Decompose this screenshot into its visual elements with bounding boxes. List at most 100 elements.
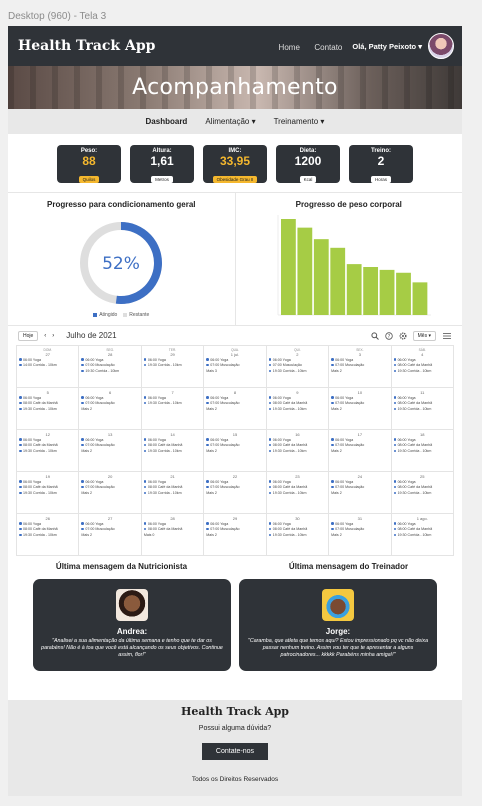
calendar-event[interactable]: 19:30 Corrida - 10km	[143, 449, 201, 455]
calendar-day-cell[interactable]: 10 06:00 Yoga 07:00 Musculação Mais 2	[329, 388, 392, 430]
tab-treinamento[interactable]: Treinamento ▾	[274, 117, 325, 126]
event-dot-icon	[206, 363, 209, 367]
event-dot-icon	[331, 358, 334, 361]
calendar-day-cell[interactable]: 20 06:00 Yoga 07:00 Musculação Mais 2	[79, 472, 142, 514]
calendar-day-cell[interactable]: QUI. 2 06:00 Yoga 07:00 Musculação 19:30 Cor…	[266, 346, 330, 388]
calendar-event[interactable]: 19:30 Corrida - 10km	[81, 369, 138, 375]
calendar-day-cell[interactable]: DOM. 27 06:00 Yoga 14:00 Corrida - 10km	[17, 346, 80, 388]
calendar-event[interactable]: 19:30 Corrida - 10km	[393, 407, 451, 413]
calendar-event[interactable]: 14:00 Corrida - 10km	[19, 363, 76, 369]
grid-view-icon[interactable]	[442, 332, 452, 340]
calendar-event[interactable]: 19:30 Corrida - 10km	[143, 363, 201, 369]
calendar-event[interactable]: 19:30 Corrida - 10km	[393, 491, 451, 497]
calendar-event[interactable]: 19:30 Corrida - 10km	[143, 491, 201, 497]
more-events-link[interactable]: Mais 2	[81, 407, 138, 413]
calendar-day-cell[interactable]: 19 06:00 Yoga 08:00 Café da Manhã 19:30 Cor…	[17, 472, 80, 514]
calendar-event[interactable]: 19:30 Corrida - 10km	[268, 369, 326, 375]
event-label: 19:30 Corrida - 10km	[397, 532, 432, 537]
calendar-event[interactable]: 19:30 Corrida - 10km	[393, 449, 451, 455]
calendar-day-cell[interactable]: SÁB. 4 06:00 Yoga 08:00 Café da Manhã 19:30 …	[391, 346, 454, 388]
nav-link-home[interactable]: Home	[279, 43, 300, 52]
stat-card-imc: IMC: 33,95 Obesidade Grau II	[203, 145, 267, 183]
help-icon[interactable]: ?	[384, 331, 393, 340]
calendar-event[interactable]: 19:30 Corrida - 10km	[268, 491, 326, 497]
next-month-button[interactable]: ›	[52, 333, 54, 339]
calendar-day-cell[interactable]: 9 06:00 Yoga 08:00 Café da Manhã 19:30 Corr…	[266, 388, 330, 430]
event-dot-icon	[81, 401, 84, 405]
more-events-link[interactable]: Mais 2	[81, 533, 138, 539]
more-events-link[interactable]: Mais 2	[331, 533, 388, 539]
calendar-day-cell[interactable]: 24 06:00 Yoga 07:00 Musculação Mais 2	[329, 472, 392, 514]
calendar-day-cell[interactable]: 26 06:00 Yoga 08:00 Café da Manhã 19:30 Cor…	[17, 514, 80, 556]
event-label: 08:00 Café da Manhã	[272, 401, 308, 406]
contact-button[interactable]: Contate-nos	[201, 743, 269, 760]
calendar-day-cell[interactable]: 6 06:00 Yoga 07:00 Musculação Mais 2	[79, 388, 142, 430]
footer-question: Possui alguma dúvida?	[198, 725, 272, 732]
more-events-link[interactable]: Mais 2	[206, 533, 263, 539]
calendar-event[interactable]: 19:30 Corrida - 10km	[268, 533, 326, 539]
more-events-link[interactable]: Mais 2	[81, 491, 138, 497]
nav-link-contato[interactable]: Contato	[314, 43, 342, 52]
calendar-day-cell[interactable]: 8 06:00 Yoga 07:00 Musculação Mais 2	[204, 388, 267, 430]
calendar-event[interactable]: 19:30 Corrida - 10km	[19, 533, 76, 539]
calendar-day-cell[interactable]: 15 06:00 Yoga 07:00 Musculação Mais 2	[204, 430, 267, 472]
calendar-day-cell[interactable]: 7 06:00 Yoga 19:30 Corrida - 10km	[141, 388, 205, 430]
calendar-day-cell[interactable]: TER. 29 06:00 Yoga 19:30 Corrida - 10km	[141, 346, 205, 388]
calendar-day-cell[interactable]: 5 06:00 Yoga 08:00 Café da Manhã 19:30 Corr…	[17, 388, 80, 430]
brand-logo[interactable]: Health Track App	[18, 38, 279, 54]
calendar-event[interactable]: 19:30 Corrida - 10km	[268, 449, 326, 455]
calendar-day-cell[interactable]: 28 06:00 Yoga 08:00 Café da Manhã Mais 0	[141, 514, 205, 556]
calendar-event[interactable]: 19:30 Corrida - 10km	[19, 407, 76, 413]
calendar-day-cell[interactable]: 11 06:00 Yoga 08:00 Café da Manhã 19:30 Cor…	[391, 388, 454, 430]
more-events-link[interactable]: Mais 2	[331, 491, 388, 497]
calendar-day-cell[interactable]: SEG. 28 06:00 Yoga 07:00 Musculação 19:30 Co…	[79, 346, 142, 388]
view-select[interactable]: Mês ▾	[412, 330, 436, 341]
calendar-day-cell[interactable]: 1 ago. 06:00 Yoga 08:00 Café da Manhã 19:30…	[391, 514, 454, 556]
section-tabs: Dashboard Alimentação ▾ Treinamento ▾	[8, 109, 462, 134]
calendar-day-cell[interactable]: 16 06:00 Yoga 08:00 Café da Manhã 19:30 Cor…	[266, 430, 330, 472]
event-label: 07:00 Musculação	[85, 485, 115, 490]
prev-month-button[interactable]: ‹	[44, 333, 46, 339]
calendar-day-cell[interactable]: 21 06:00 Yoga 08:00 Café da Manhã 19:30 Cor…	[141, 472, 205, 514]
calendar-event[interactable]: 19:30 Corrida - 10km	[143, 401, 201, 407]
calendar-day-cell[interactable]: 23 06:00 Yoga 08:00 Café da Manhã 19:30 Cor…	[266, 472, 330, 514]
more-events-link[interactable]: Mais 2	[206, 491, 263, 497]
calendar-day-cell[interactable]: QUA. 1 jul. 06:00 Yoga 07:00 Musculação Mais…	[204, 346, 267, 388]
event-label: 19:30 Corrida - 10km	[23, 448, 57, 453]
calendar-event[interactable]: 19:30 Corrida - 10km	[268, 407, 326, 413]
calendar-day-cell[interactable]: 25 06:00 Yoga 08:00 Café da Manhã 19:30 Cor…	[391, 472, 454, 514]
calendar-day-cell[interactable]: 14 06:00 Yoga 08:00 Café da Manhã 19:30 Cor…	[141, 430, 205, 472]
calendar-event[interactable]: 19:30 Corrida - 10km	[19, 491, 76, 497]
more-events-link[interactable]: Mais 2	[206, 449, 263, 455]
user-avatar[interactable]	[428, 33, 454, 59]
calendar-day-cell[interactable]: SEX. 3 06:00 Yoga 07:00 Musculação Mais 2	[329, 346, 392, 388]
more-events-link[interactable]: Mais 2	[206, 407, 263, 413]
calendar-day-cell[interactable]: 13 06:00 Yoga 07:00 Musculação Mais 2	[79, 430, 142, 472]
tab-dashboard[interactable]: Dashboard	[146, 117, 188, 126]
calendar-day-cell[interactable]: 22 06:00 Yoga 07:00 Musculação Mais 2	[204, 472, 267, 514]
more-events-link[interactable]: Mais 2	[331, 369, 388, 375]
more-events-link[interactable]: Mais 3	[206, 369, 263, 375]
weight-bar	[346, 264, 362, 315]
more-events-link[interactable]: Mais 2	[331, 449, 388, 455]
search-icon[interactable]	[371, 331, 379, 340]
more-events-link[interactable]: Mais 0	[144, 533, 201, 539]
calendar-event[interactable]: 19:30 Corrida - 10km	[19, 449, 76, 455]
calendar-day-cell[interactable]: 30 06:00 Yoga 08:00 Café da Manhã 19:30 Cor…	[266, 514, 330, 556]
today-button[interactable]: Hoje	[18, 330, 39, 341]
user-menu[interactable]: Olá, Patty Peixoto ▾	[352, 42, 422, 51]
calendar-day-cell[interactable]: 29 06:00 Yoga 07:00 Musculação Mais 2	[204, 514, 267, 556]
more-events-link[interactable]: Mais 2	[331, 407, 388, 413]
calendar-event[interactable]: 19:30 Corrida - 10km	[393, 532, 451, 539]
calendar-day-cell[interactable]: 27 06:00 Yoga 07:00 Musculação Mais 2	[79, 514, 142, 556]
more-events-link[interactable]: Mais 2	[81, 449, 138, 455]
calendar-day-cell[interactable]: 12 06:00 Yoga 08:00 Café da Manhã 19:30 Cor…	[17, 430, 80, 472]
event-dot-icon	[19, 443, 22, 447]
calendar-day-cell[interactable]: 18 06:00 Yoga 08:00 Café da Manhã 19:30 Cor…	[391, 430, 454, 472]
tab-alimentacao[interactable]: Alimentação ▾	[205, 117, 255, 126]
gear-icon[interactable]	[399, 332, 407, 340]
event-dot-icon	[81, 438, 84, 441]
calendar-day-cell[interactable]: 31 06:00 Yoga 07:00 Musculação Mais 2	[329, 514, 392, 556]
calendar-day-cell[interactable]: 17 06:00 Yoga 07:00 Musculação Mais 2	[329, 430, 392, 472]
calendar-event[interactable]: 19:30 Corrida - 10km	[393, 369, 451, 375]
